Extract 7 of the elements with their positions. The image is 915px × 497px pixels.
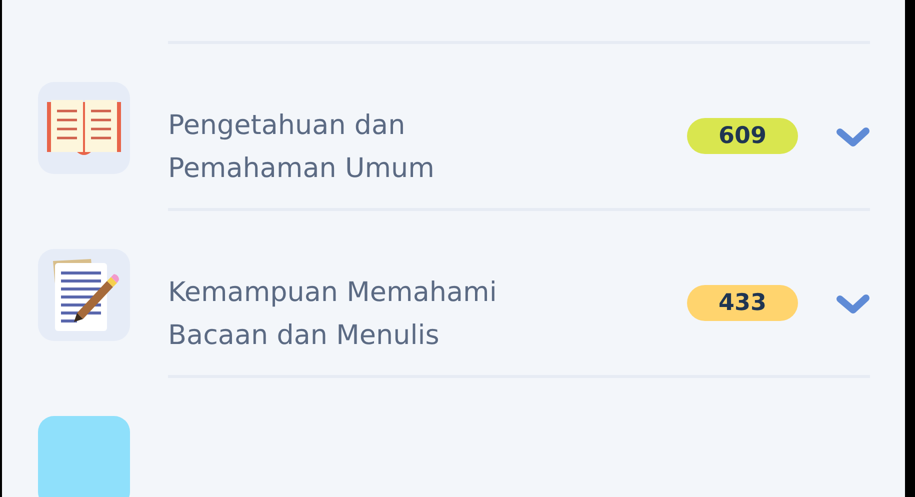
open-book-icon (47, 98, 121, 158)
topic-title: Pengetahuan dan Pemahaman Umum (168, 109, 436, 186)
chevron-down-icon[interactable] (836, 293, 870, 315)
question-count: 433 (687, 285, 798, 321)
topic-title: Kemampuan Memahami Bacaan dan Menulis (168, 276, 498, 353)
question-count: 609 (687, 118, 798, 154)
chevron-down-icon[interactable] (836, 126, 870, 148)
